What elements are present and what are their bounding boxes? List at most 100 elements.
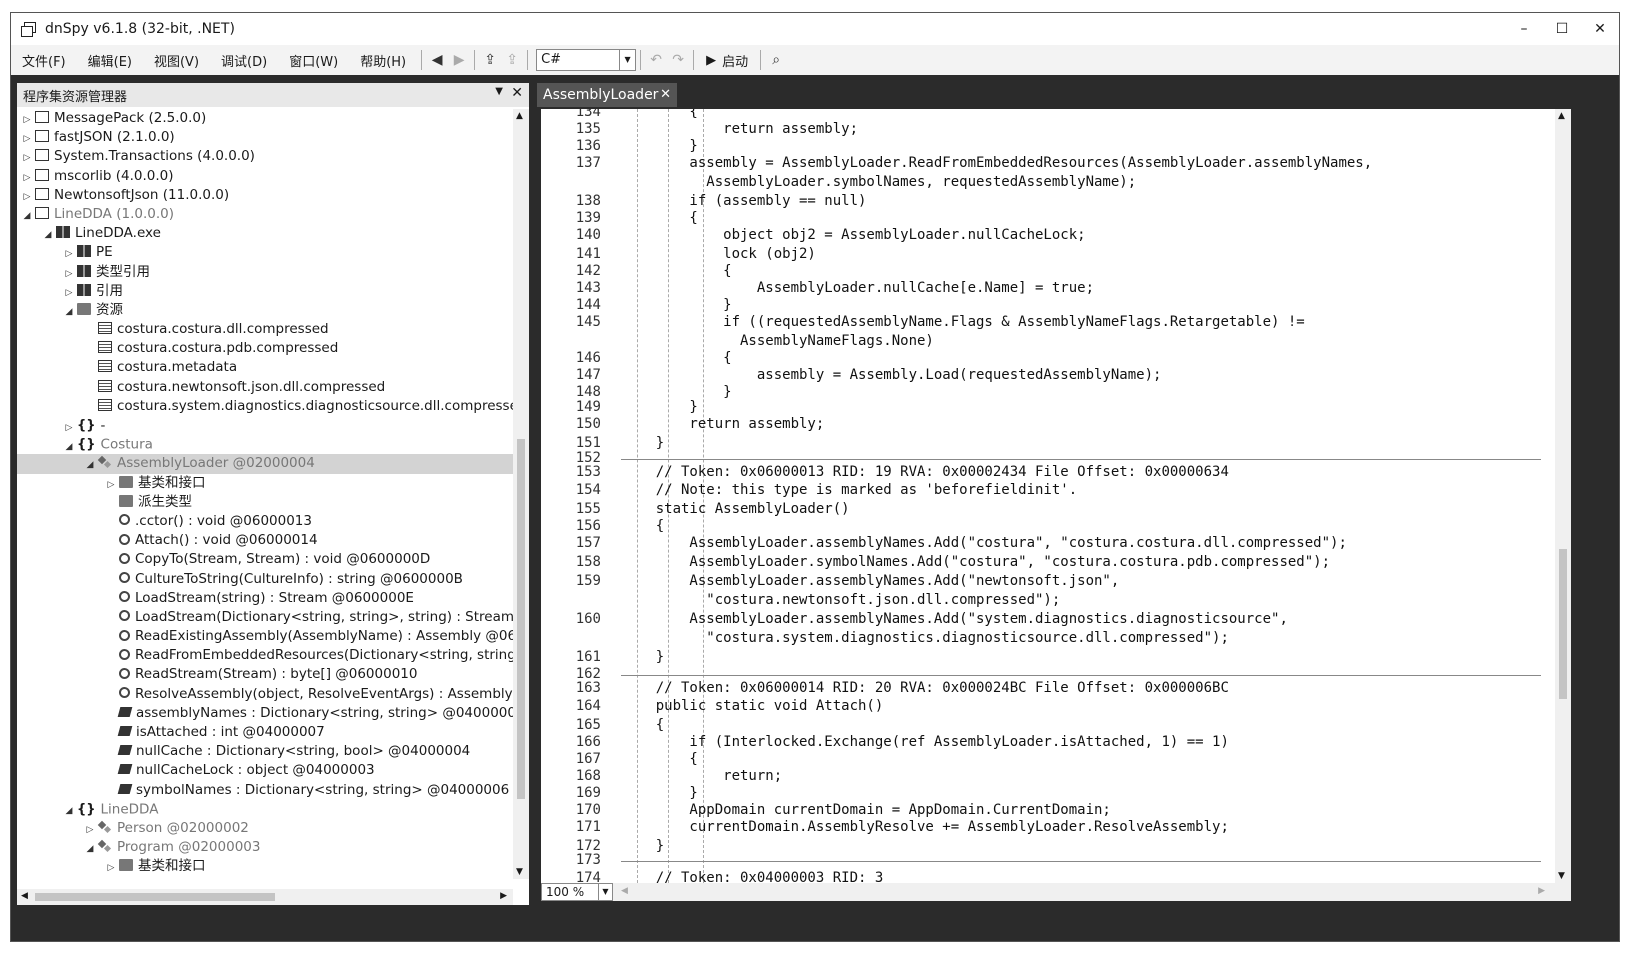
tree-item[interactable]: symbolNames : Dictionary<string, string>… xyxy=(17,781,513,800)
undo-icon[interactable]: ↶ xyxy=(645,49,667,71)
expand-icon[interactable]: ▷ xyxy=(21,111,33,128)
tree-item[interactable]: costura.metadata xyxy=(17,358,513,377)
expand-icon[interactable]: ▷ xyxy=(21,188,33,205)
menu-debug[interactable]: 调试(D) xyxy=(210,51,278,70)
tree-item[interactable]: costura.costura.dll.compressed xyxy=(17,320,513,339)
tree-item[interactable]: LoadStream(Dictionary<string, string>, s… xyxy=(17,608,513,627)
tree-item[interactable]: ▷ mscorlib (4.0.0.0) xyxy=(17,167,513,186)
close-button[interactable]: ✕ xyxy=(1581,13,1619,45)
tree-item[interactable]: ▷ 基类和接口 xyxy=(17,857,513,876)
tree-item[interactable]: LoadStream(string) : Stream @0600000E xyxy=(17,589,513,608)
scrollbar-thumb[interactable] xyxy=(517,439,525,799)
expand-icon[interactable]: ▷ xyxy=(63,265,75,282)
tree-item[interactable]: ReadFromEmbeddedResources(Dictionary<str… xyxy=(17,646,513,665)
tree-item[interactable]: ▷ Person @02000002 xyxy=(17,819,513,838)
tree-item[interactable]: ▷ 引用 xyxy=(17,282,513,301)
collapse-icon[interactable]: ◢ xyxy=(63,802,75,819)
editor-vertical-scrollbar[interactable]: ▲ ▼ xyxy=(1555,109,1571,883)
forward-icon[interactable]: ▶ xyxy=(448,49,470,71)
tree-item[interactable]: ◢ AssemblyLoader @02000004 xyxy=(17,454,513,474)
pane-menu-icon[interactable]: ▼ xyxy=(495,86,503,97)
tree-item[interactable]: ▷ NewtonsoftJson (11.0.0.0) xyxy=(17,186,513,205)
menu-edit[interactable]: 编辑(E) xyxy=(77,51,143,70)
menu-view[interactable]: 视图(V) xyxy=(143,51,210,70)
tree-item[interactable]: .cctor() : void @06000013 xyxy=(17,512,513,531)
tab-close-icon[interactable]: ✕ xyxy=(660,83,671,107)
tree-item[interactable]: ▷ 类型引用 xyxy=(17,263,513,282)
tree-item[interactable]: ▷{} - xyxy=(17,416,513,435)
start-button[interactable]: ▶ 启动 xyxy=(698,51,756,70)
tab-assemblyloader[interactable]: AssemblyLoader ✕ xyxy=(537,83,677,107)
expand-icon[interactable]: ▷ xyxy=(21,130,33,147)
menu-file[interactable]: 文件(F) xyxy=(11,51,77,70)
code-editor[interactable]: 134 {135 return assembly; 136 } 137 assemb… xyxy=(541,109,1555,883)
tree-item[interactable]: ◢ 资源 xyxy=(17,301,513,320)
tree-item[interactable]: Attach() : void @06000014 xyxy=(17,531,513,550)
expand-icon[interactable]: ▷ xyxy=(63,284,75,301)
collapse-icon[interactable]: ◢ xyxy=(84,456,96,473)
collapse-icon[interactable]: ◢ xyxy=(84,840,96,857)
expand-icon[interactable]: ▷ xyxy=(21,169,33,186)
scroll-up-icon[interactable]: ▲ xyxy=(1558,111,1565,121)
save-icon[interactable]: ⇪ xyxy=(501,49,523,71)
tree-item[interactable]: costura.newtonsoft.json.dll.compressed xyxy=(17,378,513,397)
language-select[interactable]: C# ▼ xyxy=(536,49,637,71)
toolbar-separator xyxy=(760,50,762,70)
tree-item[interactable]: ▷ 基类和接口 xyxy=(17,474,513,493)
expand-icon[interactable]: ▷ xyxy=(84,821,96,838)
maximize-button[interactable]: ☐ xyxy=(1543,13,1581,45)
scroll-up-icon[interactable]: ▲ xyxy=(516,111,523,121)
assembly-tree[interactable]: ▷ MessagePack (2.5.0.0) ▷ fastJSON (2.1.0.0… xyxy=(17,109,513,879)
scroll-down-icon[interactable]: ▼ xyxy=(1558,871,1565,881)
tree-item[interactable]: ▷ fastJSON (2.1.0.0) xyxy=(17,128,513,147)
tree-item[interactable]: ▷ PE xyxy=(17,243,513,262)
scroll-right-icon[interactable]: ▶ xyxy=(500,891,507,901)
collapse-icon[interactable]: ◢ xyxy=(63,438,75,455)
explorer-vertical-scrollbar[interactable]: ▲ ▼ xyxy=(513,109,529,879)
tree-item[interactable]: ReadExistingAssembly(AssemblyName) : Ass… xyxy=(17,627,513,646)
tree-item[interactable]: nullCache : Dictionary<string, bool> @04… xyxy=(17,742,513,761)
scroll-down-icon[interactable]: ▼ xyxy=(516,867,523,877)
tree-item[interactable]: ◢{} LineDDA xyxy=(17,800,513,819)
scroll-right-icon[interactable]: ▶ xyxy=(1538,886,1545,896)
expand-icon[interactable]: ▷ xyxy=(21,149,33,166)
expand-icon[interactable]: ▷ xyxy=(63,419,75,436)
collapse-icon[interactable]: ◢ xyxy=(63,303,75,320)
tree-item[interactable]: CultureToString(CultureInfo) : string @0… xyxy=(17,570,513,589)
tree-item[interactable]: costura.system.diagnostics.diagnosticsou… xyxy=(17,397,513,416)
expand-icon[interactable]: ▷ xyxy=(105,476,117,493)
search-icon[interactable]: ⌕ xyxy=(765,49,787,71)
tree-item[interactable]: ◢ LineDDA (1.0.0.0) xyxy=(17,205,513,224)
tree-item[interactable]: ◢ LineDDA.exe xyxy=(17,224,513,243)
tree-item[interactable]: ResolveAssembly(object, ResolveEventArgs… xyxy=(17,685,513,704)
tree-item[interactable]: 派生类型 xyxy=(17,493,513,512)
redo-icon[interactable]: ↷ xyxy=(667,49,689,71)
tree-item[interactable]: CopyTo(Stream, Stream) : void @0600000D xyxy=(17,550,513,569)
zoom-select[interactable]: 100 % ▼ xyxy=(541,883,613,901)
menu-window[interactable]: 窗口(W) xyxy=(278,51,349,70)
expand-icon[interactable]: ▷ xyxy=(105,859,117,876)
scrollbar-thumb[interactable] xyxy=(1559,549,1567,699)
minimize-button[interactable]: – xyxy=(1505,13,1543,45)
toolbar-separator xyxy=(421,50,423,70)
tree-item[interactable]: isAttached : int @04000007 xyxy=(17,723,513,742)
pane-close-icon[interactable]: ✕ xyxy=(511,85,523,101)
scrollbar-thumb[interactable] xyxy=(35,893,275,901)
tree-item[interactable]: ▷ System.Transactions (4.0.0.0) xyxy=(17,147,513,166)
tree-item[interactable]: nullCacheLock : object @04000003 xyxy=(17,761,513,780)
tree-item[interactable]: ▷ MessagePack (2.5.0.0) xyxy=(17,109,513,128)
explorer-horizontal-scrollbar[interactable]: ◀ ▶ xyxy=(17,889,513,905)
menu-help[interactable]: 帮助(H) xyxy=(349,51,417,70)
expand-icon[interactable]: ▷ xyxy=(63,245,75,262)
scroll-left-icon[interactable]: ◀ xyxy=(621,886,628,896)
collapse-icon[interactable]: ◢ xyxy=(21,207,33,224)
tree-item[interactable]: costura.costura.pdb.compressed xyxy=(17,339,513,358)
back-icon[interactable]: ◀ xyxy=(426,49,448,71)
scroll-left-icon[interactable]: ◀ xyxy=(21,891,28,901)
tree-item[interactable]: ◢ Program @02000003 xyxy=(17,838,513,857)
tree-item[interactable]: assemblyNames : Dictionary<string, strin… xyxy=(17,704,513,723)
collapse-icon[interactable]: ◢ xyxy=(42,226,54,243)
open-icon[interactable]: ⇪ xyxy=(479,49,501,71)
tree-item[interactable]: ReadStream(Stream) : byte[] @06000010 xyxy=(17,665,513,684)
tree-item[interactable]: ◢{} Costura xyxy=(17,435,513,454)
